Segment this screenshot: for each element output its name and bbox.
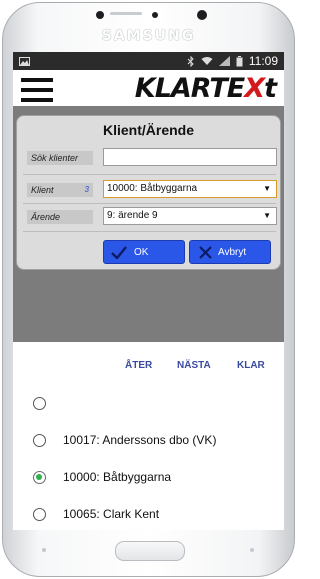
radio-button[interactable] — [33, 508, 46, 521]
sensor-dot — [152, 12, 158, 18]
wifi-icon — [201, 57, 213, 65]
divider — [23, 174, 276, 175]
chevron-down-icon: ▼ — [263, 211, 271, 220]
client-select[interactable]: 10000: Båtbyggarna ▼ — [103, 180, 277, 198]
list-item-label: 10000: Båtbyggarna — [63, 470, 172, 484]
phone-frame: SAMSUNG 11:09 KLARTEXt Klient/Ärende Sök… — [0, 0, 297, 579]
status-bar: 11:09 — [13, 52, 284, 70]
app-bar: KLARTEXt — [13, 70, 284, 106]
menu-key[interactable] — [42, 548, 46, 552]
radio-button-selected[interactable] — [33, 471, 46, 484]
ok-label: OK — [134, 246, 149, 258]
list-item-label: 10065: Clark Kent — [63, 507, 160, 521]
divider — [23, 231, 276, 232]
chevron-down-icon: ▼ — [263, 184, 271, 193]
cancel-label: Avbryt — [218, 246, 247, 258]
home-button[interactable] — [115, 541, 185, 561]
list-item[interactable]: 10017: Anderssons dbo (VK) — [13, 427, 284, 457]
sensor-dot — [96, 11, 104, 19]
bluetooth-icon — [187, 55, 194, 67]
list-item[interactable]: 10000: Båtbyggarna — [13, 464, 284, 494]
client-row: Klient 3 10000: Båtbyggarna ▼ — [23, 180, 277, 202]
earpiece-speaker — [110, 12, 142, 15]
dialog-title: Klient/Ärende — [102, 122, 194, 138]
case-label: Ärende — [27, 210, 93, 224]
list-item[interactable] — [13, 390, 284, 420]
case-select[interactable]: 9: ärende 9 ▼ — [103, 207, 277, 225]
clock: 11:09 — [248, 54, 278, 68]
case-row: Ärende 9: ärende 9 ▼ — [23, 207, 277, 229]
radio-button[interactable] — [33, 397, 46, 410]
signal-icon — [218, 56, 230, 66]
screen: 11:09 KLARTEXt Klient/Ärende Sök kliente… — [13, 52, 284, 530]
divider — [23, 203, 276, 204]
radio-button[interactable] — [33, 434, 46, 447]
image-icon — [19, 56, 30, 66]
back-key[interactable] — [250, 548, 254, 552]
wizard-nav: ÅTER NÄSTA KLAR — [13, 360, 284, 380]
client-label: Klient 3 — [27, 183, 93, 197]
client-case-dialog: Klient/Ärende Sök klienter Klient 3 10000… — [16, 115, 281, 270]
cancel-button[interactable]: Avbryt — [189, 240, 271, 264]
list-item-label: 10017: Anderssons dbo (VK) — [63, 433, 217, 447]
search-clients-input[interactable] — [103, 148, 277, 166]
brand-logo: SAMSUNG — [101, 28, 196, 44]
ok-button[interactable]: OK — [103, 240, 185, 264]
next-button[interactable]: NÄSTA — [177, 360, 211, 371]
back-button[interactable]: ÅTER — [125, 360, 152, 371]
front-camera — [197, 10, 207, 20]
search-label: Sök klienter — [27, 151, 93, 165]
battery-icon — [236, 55, 243, 66]
search-row: Sök klienter — [23, 148, 277, 170]
app-logo: KLARTEXt — [134, 73, 277, 104]
close-icon — [198, 245, 212, 259]
client-count: 3 — [84, 185, 89, 194]
done-button[interactable]: KLAR — [237, 360, 265, 371]
checkmark-icon — [111, 245, 127, 259]
menu-icon[interactable] — [21, 78, 53, 102]
list-item[interactable]: 10065: Clark Kent — [13, 501, 284, 530]
